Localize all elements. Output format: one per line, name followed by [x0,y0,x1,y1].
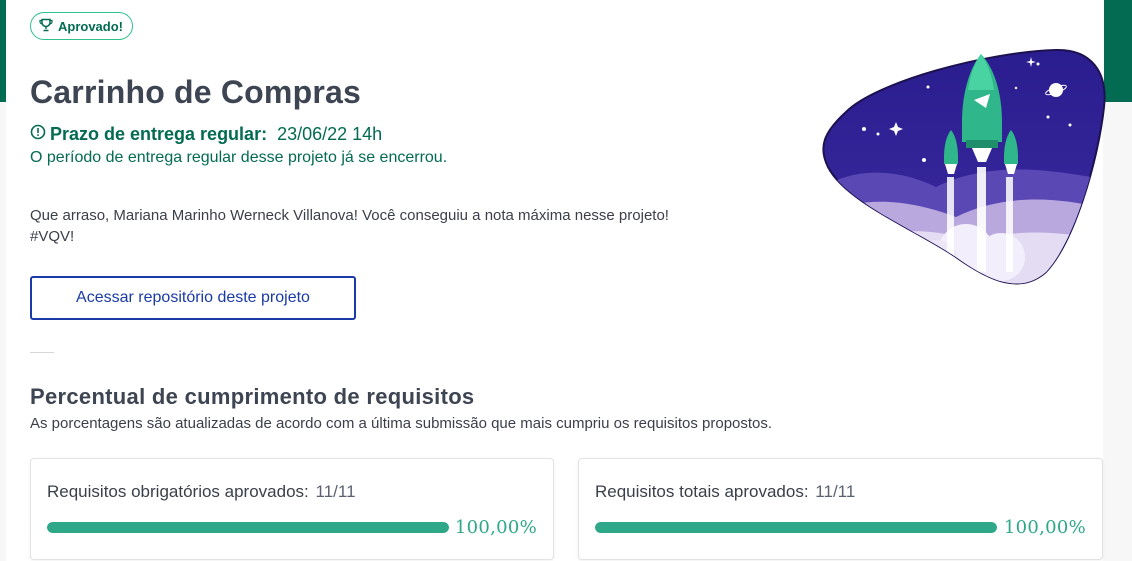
congratulations-line: Que arraso, Mariana Marinho Werneck Vill… [30,207,669,224]
period-message: O período de entrega regular desse proje… [30,149,448,166]
rocket-illustration [816,42,1116,292]
alert-circle-icon [30,124,46,145]
progress-bar [595,522,997,533]
total-requirements-card: Requisitos totais aprovados: 11/11 100,0… [578,458,1103,560]
requirement-label: Requisitos obrigatórios aprovados: 11/11 [47,482,356,502]
requirement-label-text: Requisitos obrigatórios aprovados: [47,482,309,501]
progress-bar [47,522,449,533]
divider [30,352,54,353]
progress-percent: 100,00% [454,517,537,538]
requirements-subtitle: As porcentagens são atualizadas de acord… [30,415,773,432]
requirement-count: 11/11 [315,482,356,501]
repository-button[interactable]: Acessar repositório deste projeto [30,276,356,320]
project-card: Aprovado! Carrinho de Compras Prazo de e… [6,0,1106,561]
requirements-title: Percentual de cumprimento de requisitos [30,384,475,409]
deadline-date: 23/06/22 14h [277,124,383,144]
deadline-row: Prazo de entrega regular: 23/06/22 14h [30,124,382,145]
congratulations-message: Que arraso, Mariana Marinho Werneck Vill… [30,205,669,247]
approved-badge: Aprovado! [30,12,133,40]
page-title: Carrinho de Compras [30,74,361,110]
progress-bar-fill [595,522,997,533]
hashtag-line: #VQV! [30,228,75,245]
approved-badge-label: Aprovado! [58,18,123,34]
trophy-icon [39,18,53,35]
requirement-label-text: Requisitos totais aprovados: [595,482,809,501]
mandatory-requirements-card: Requisitos obrigatórios aprovados: 11/11… [30,458,554,560]
deadline-label: Prazo de entrega regular: [50,124,268,144]
progress-percent: 100,00% [1003,517,1086,538]
progress-bar-fill [47,522,449,533]
requirement-count: 11/11 [815,482,856,501]
requirement-label: Requisitos totais aprovados: 11/11 [595,482,855,502]
